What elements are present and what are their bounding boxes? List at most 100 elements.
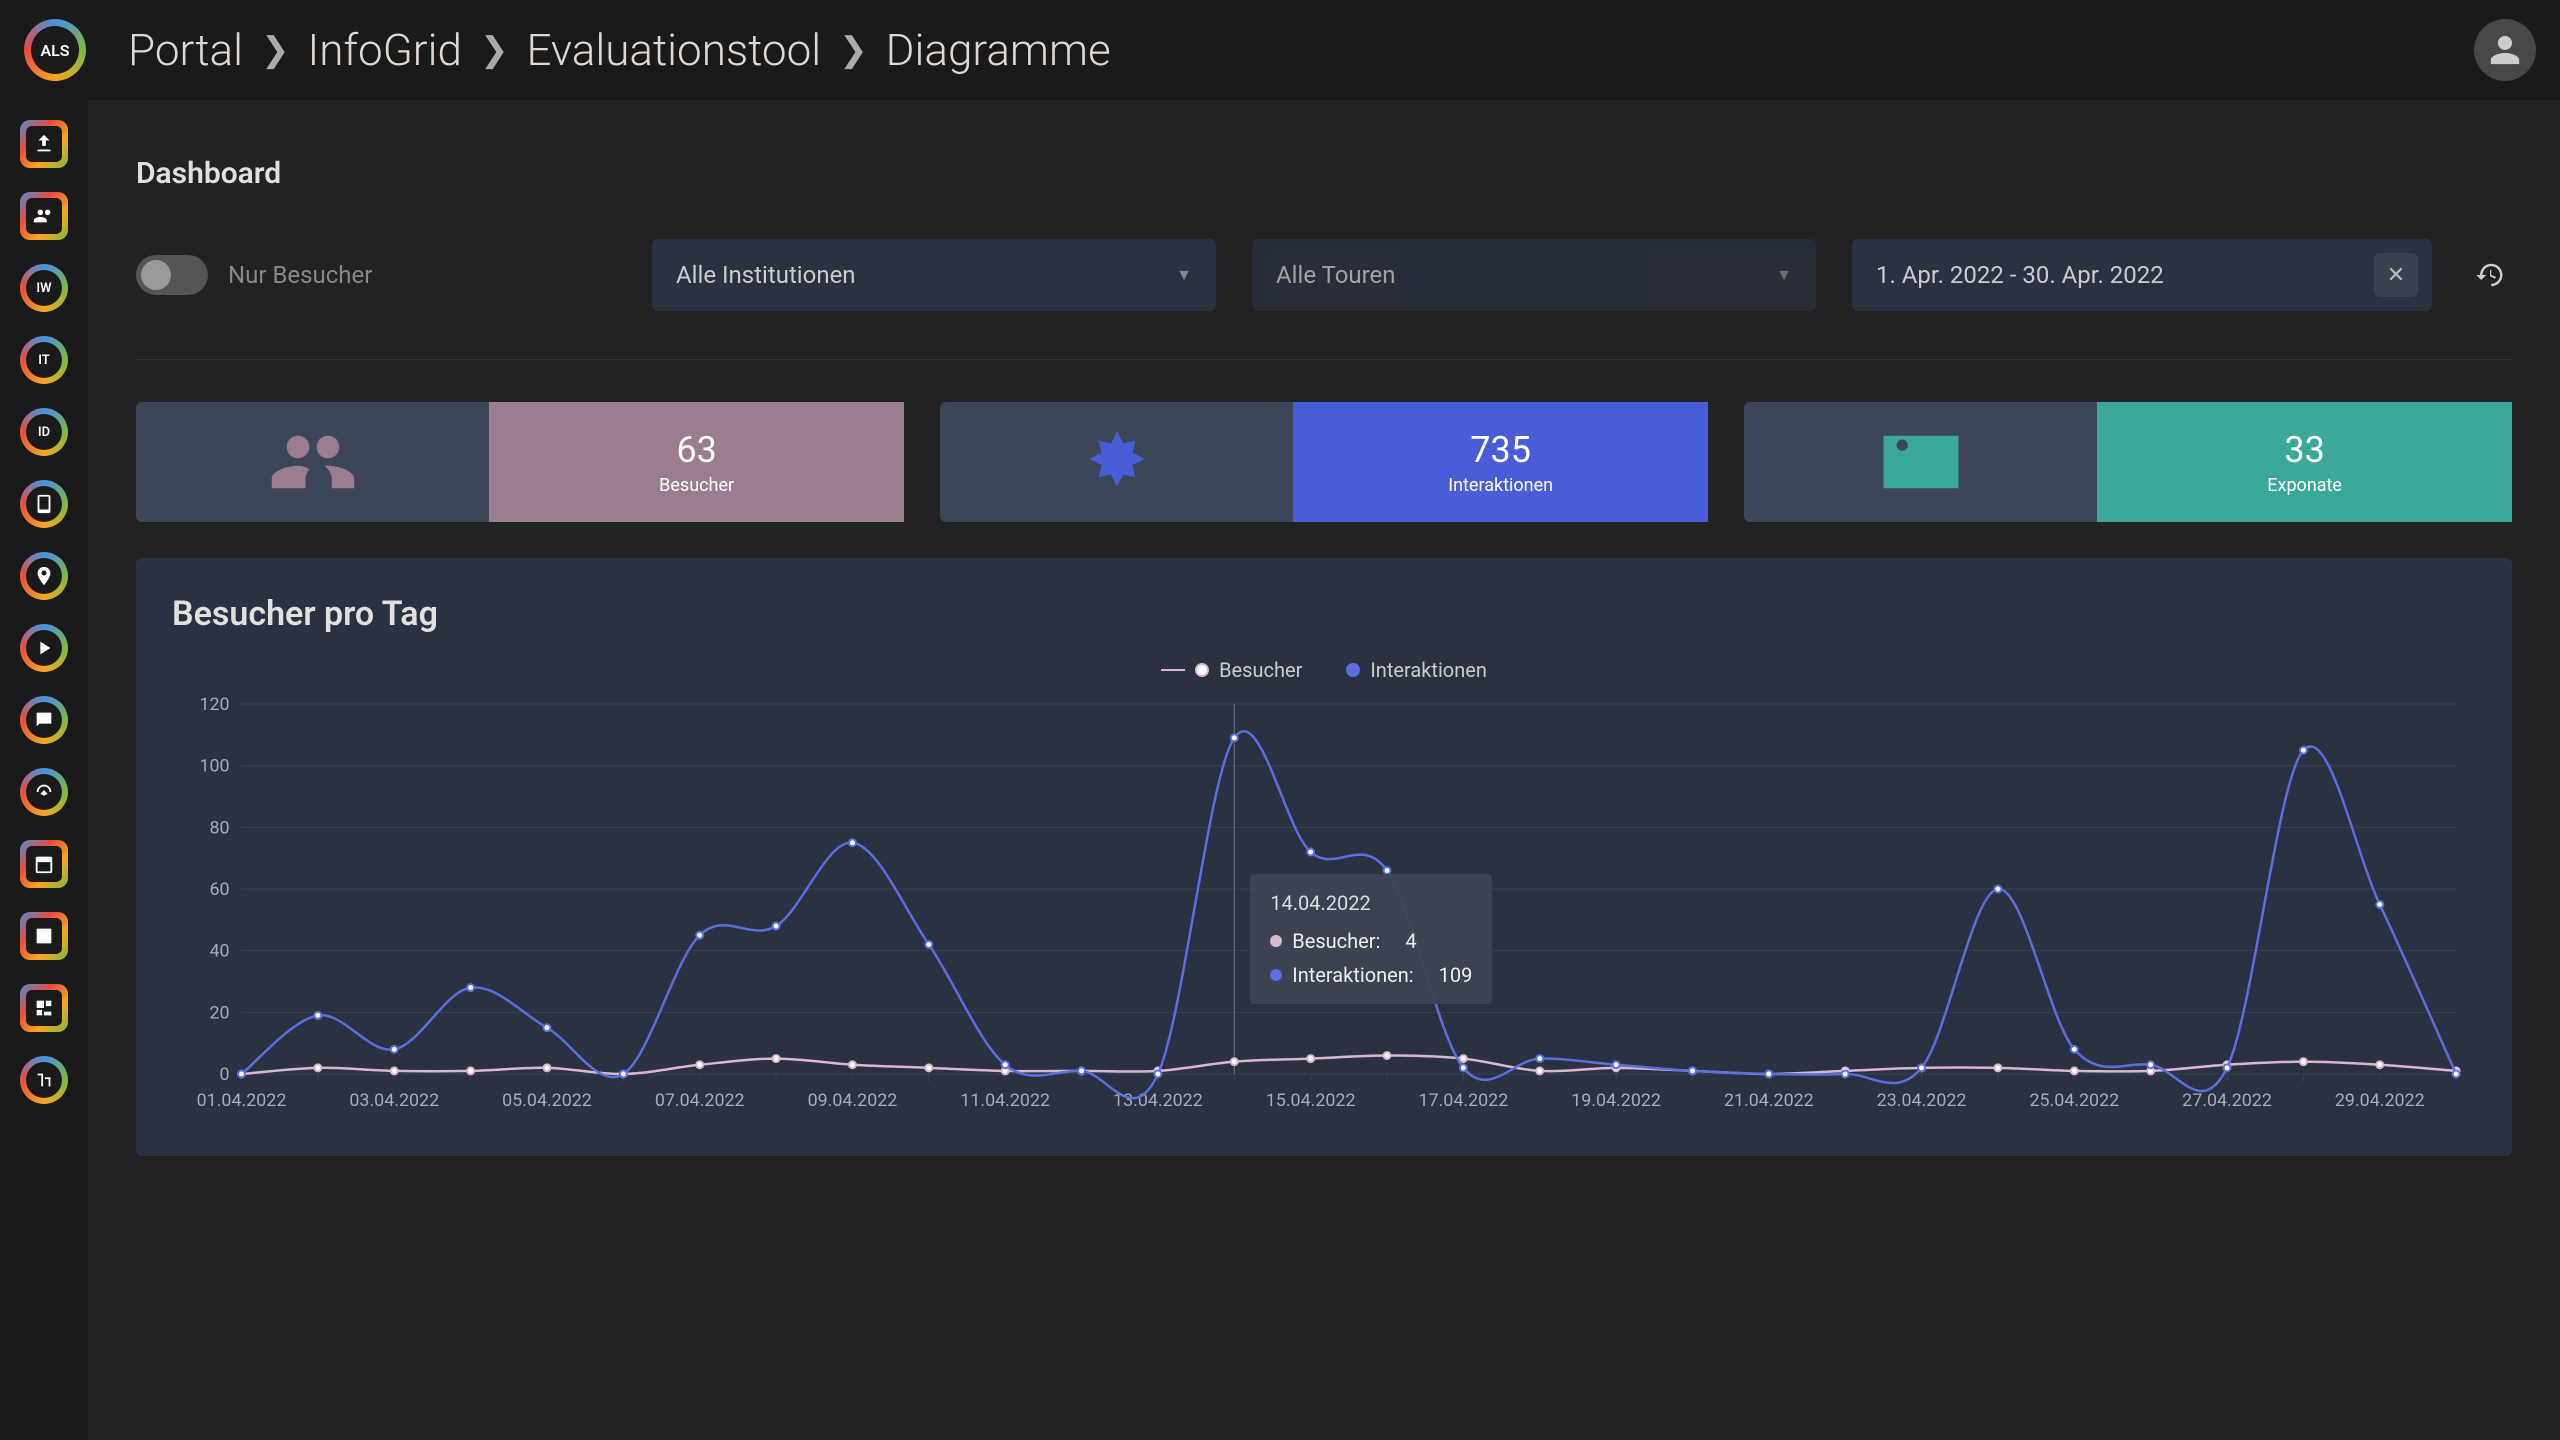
chart-tooltip: 14.04.2022 Besucher: 4 Interaktionen: 10… [1250, 874, 1492, 1004]
history-icon [2475, 260, 2505, 290]
gauge-icon [33, 781, 55, 803]
main-content: Dashboard Nur Besucher Alle Institutione… [88, 100, 2560, 1440]
svg-text:60: 60 [210, 879, 230, 900]
stat-cards: 63 Besucher 735 Interaktionen 33 Exponat… [136, 402, 2512, 522]
sidebar-it-label: IT [26, 342, 62, 378]
chevron-down-icon: ▼ [1776, 265, 1792, 285]
sidebar-calendar[interactable] [20, 840, 68, 888]
svg-text:40: 40 [210, 941, 230, 962]
interactions-value: 735 [1470, 429, 1531, 471]
layers-icon [33, 997, 55, 1019]
upload-icon [33, 133, 55, 155]
institutions-select[interactable]: Alle Institutionen ▼ [652, 239, 1216, 311]
filter-bar: Nur Besucher Alle Institutionen ▼ Alle T… [136, 239, 2512, 311]
legend-interaktionen[interactable]: Interaktionen [1346, 658, 1487, 682]
svg-text:13.04.2022: 13.04.2022 [1113, 1090, 1203, 1111]
date-range-value: 1. Apr. 2022 - 30. Apr. 2022 [1876, 261, 2374, 289]
sidebar: IW IT ID [0, 100, 88, 1440]
svg-text:29.04.2022: 29.04.2022 [2335, 1090, 2425, 1111]
sidebar-location[interactable] [20, 552, 68, 600]
sidebar-device[interactable] [20, 480, 68, 528]
chart-area[interactable]: 0 20 40 60 80 100 120 01.04.2022 03.04.2022 05.04… [172, 694, 2476, 1124]
exponate-value: 33 [2284, 429, 2324, 471]
svg-text:100: 100 [199, 756, 229, 777]
exponate-label: Exponate [2267, 475, 2342, 496]
refresh-button[interactable] [2468, 253, 2512, 297]
sidebar-text[interactable] [20, 1056, 68, 1104]
sidebar-id-label: ID [26, 414, 62, 450]
image-icon [33, 925, 55, 947]
sidebar-chat[interactable] [20, 696, 68, 744]
exponate-icon [1876, 427, 1966, 497]
app-logo[interactable]: ALS [24, 19, 86, 81]
svg-text:19.04.2022: 19.04.2022 [1571, 1090, 1661, 1111]
text-icon [33, 1069, 55, 1091]
chevron-right-icon: ❯ [480, 30, 509, 70]
date-range-picker[interactable]: 1. Apr. 2022 - 30. Apr. 2022 ✕ [1852, 239, 2432, 311]
sidebar-id[interactable]: ID [20, 408, 68, 456]
visitors-label: Besucher [659, 475, 734, 496]
legend-besucher-label: Besucher [1219, 658, 1302, 682]
svg-text:01.04.2022: 01.04.2022 [197, 1090, 287, 1111]
header: ALS Portal ❯ InfoGrid ❯ Evaluationstool … [0, 0, 2560, 100]
svg-text:27.04.2022: 27.04.2022 [2182, 1090, 2272, 1111]
legend-besucher[interactable]: Besucher [1161, 658, 1302, 682]
svg-text:09.04.2022: 09.04.2022 [808, 1090, 898, 1111]
tours-value: Alle Touren [1276, 261, 1396, 289]
svg-text:03.04.2022: 03.04.2022 [349, 1090, 439, 1111]
sidebar-it[interactable]: IT [20, 336, 68, 384]
institutions-value: Alle Institutionen [676, 261, 856, 289]
svg-text:11.04.2022: 11.04.2022 [960, 1090, 1050, 1111]
svg-text:17.04.2022: 17.04.2022 [1419, 1090, 1509, 1111]
group-icon [33, 205, 55, 227]
svg-text:120: 120 [199, 694, 229, 715]
phone-icon [33, 493, 55, 515]
pin-icon [33, 565, 55, 587]
visitors-value: 63 [676, 429, 716, 471]
svg-text:15.04.2022: 15.04.2022 [1266, 1090, 1356, 1111]
crumb-diagramme[interactable]: Diagramme [886, 24, 1111, 76]
breadcrumb: Portal ❯ InfoGrid ❯ Evaluationstool ❯ Di… [128, 24, 2474, 76]
sidebar-play[interactable] [20, 624, 68, 672]
sidebar-upload[interactable] [20, 120, 68, 168]
stat-interactions[interactable]: 735 Interaktionen [940, 402, 1708, 522]
visitors-icon [268, 417, 358, 507]
user-icon [2488, 33, 2522, 67]
only-visitors-label: Nur Besucher [228, 261, 372, 289]
sidebar-image[interactable] [20, 912, 68, 960]
legend-interaktionen-label: Interaktionen [1370, 658, 1487, 682]
svg-text:0: 0 [220, 1064, 230, 1085]
chevron-right-icon: ❯ [261, 30, 290, 70]
user-avatar[interactable] [2474, 19, 2536, 81]
interactions-label: Interaktionen [1448, 475, 1553, 496]
sidebar-dashboard[interactable] [20, 768, 68, 816]
chart-panel: Besucher pro Tag Besucher Interaktionen … [136, 558, 2512, 1156]
stat-visitors[interactable]: 63 Besucher [136, 402, 904, 522]
chevron-right-icon: ❯ [839, 30, 868, 70]
clear-date-button[interactable]: ✕ [2374, 253, 2418, 297]
crumb-evaluationstool[interactable]: Evaluationstool [526, 24, 821, 76]
only-visitors-toggle[interactable] [136, 255, 208, 295]
chat-icon [33, 709, 55, 731]
svg-text:20: 20 [210, 1002, 230, 1023]
divider [136, 359, 2512, 360]
crumb-portal[interactable]: Portal [128, 24, 243, 76]
svg-text:23.04.2022: 23.04.2022 [1877, 1090, 1967, 1111]
svg-text:80: 80 [210, 817, 230, 838]
play-icon [33, 637, 55, 659]
svg-text:21.04.2022: 21.04.2022 [1724, 1090, 1814, 1111]
sidebar-layers[interactable] [20, 984, 68, 1032]
crumb-infogrid[interactable]: InfoGrid [308, 24, 462, 76]
chart-legend: Besucher Interaktionen [172, 658, 2476, 682]
sidebar-team[interactable] [20, 192, 68, 240]
svg-text:05.04.2022: 05.04.2022 [502, 1090, 592, 1111]
logo-text: ALS [31, 26, 79, 74]
page-title: Dashboard [136, 156, 2512, 191]
svg-text:07.04.2022: 07.04.2022 [655, 1090, 745, 1111]
sidebar-iw[interactable]: IW [20, 264, 68, 312]
chart-title: Besucher pro Tag [172, 594, 2476, 634]
svg-text:25.04.2022: 25.04.2022 [2029, 1090, 2119, 1111]
stat-exponate[interactable]: 33 Exponate [1744, 402, 2512, 522]
tours-select[interactable]: Alle Touren ▼ [1252, 239, 1816, 311]
sidebar-iw-label: IW [26, 270, 62, 306]
